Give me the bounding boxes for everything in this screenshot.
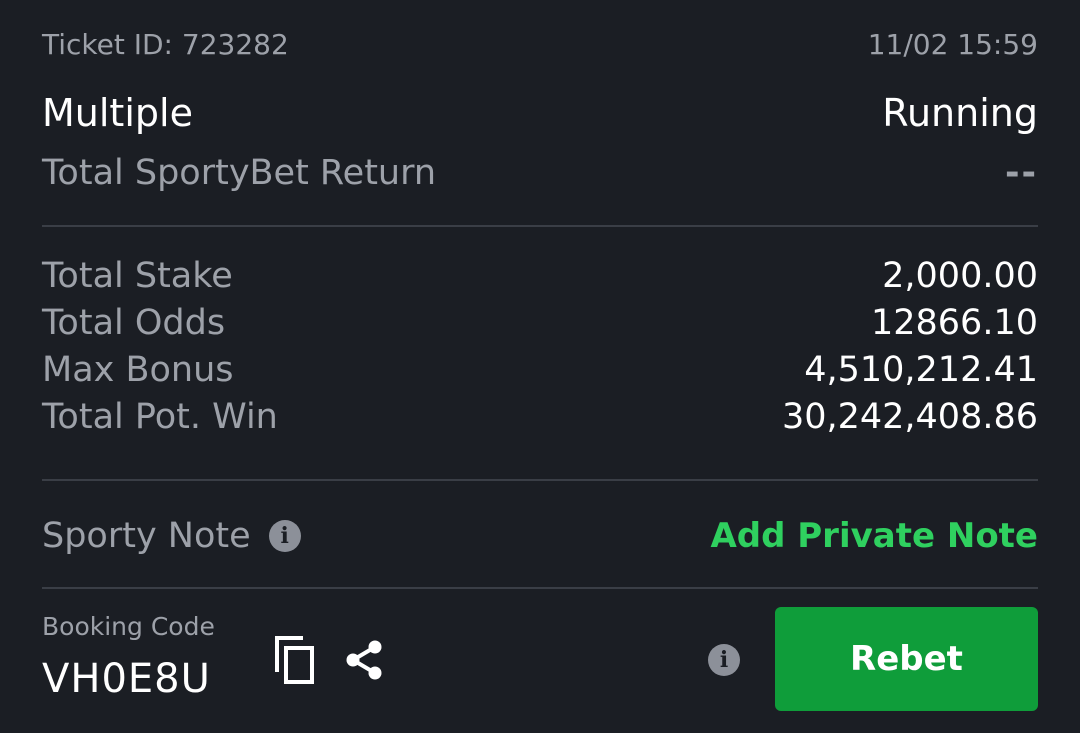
- info-icon[interactable]: i: [268, 520, 301, 552]
- divider: [42, 587, 1038, 589]
- stats-list: Total Stake 2,000.00 Total Odds 12866.10…: [42, 252, 1038, 440]
- ticket-header: Ticket ID: 723282 11/02 15:59: [42, 24, 1038, 64]
- stat-value: 2,000.00: [882, 255, 1038, 296]
- divider: [42, 479, 1038, 481]
- stat-label: Total Stake: [42, 255, 233, 296]
- info-icon[interactable]: i: [708, 644, 740, 676]
- stat-label: Total Pot. Win: [42, 396, 278, 437]
- bet-status: Running: [882, 91, 1038, 135]
- share-icon[interactable]: [342, 638, 386, 682]
- stat-value: 12866.10: [870, 302, 1038, 343]
- stat-value: 4,510,212.41: [804, 349, 1038, 390]
- booking-code: VH0E8U: [42, 656, 211, 702]
- return-value: --: [1004, 153, 1038, 193]
- add-private-note-link[interactable]: Add Private Note: [710, 516, 1038, 556]
- return-label: Total SportyBet Return: [42, 153, 437, 193]
- sporty-note-row: Sporty Note i Add Private Note: [42, 510, 1038, 562]
- stat-row-total-pot-win: Total Pot. Win 30,242,408.86: [42, 393, 1038, 440]
- stat-label: Total Odds: [42, 302, 226, 343]
- rebet-button[interactable]: Rebet: [775, 607, 1038, 711]
- sporty-note: Sporty Note i: [42, 516, 301, 556]
- divider: [42, 225, 1038, 227]
- ticket-id: Ticket ID: 723282: [42, 27, 289, 61]
- ticket-datetime: 11/02 15:59: [867, 27, 1038, 61]
- ticket-card: Ticket ID: 723282 11/02 15:59 Multiple R…: [42, 0, 1038, 733]
- stat-label: Max Bonus: [42, 349, 234, 390]
- copy-icon[interactable]: [274, 634, 318, 686]
- bet-type-row: Multiple Running: [42, 88, 1038, 138]
- booking-code-label: Booking Code: [42, 612, 215, 641]
- return-row: Total SportyBet Return --: [42, 148, 1038, 198]
- stat-value: 30,242,408.86: [781, 396, 1038, 437]
- sporty-note-label: Sporty Note: [42, 516, 251, 556]
- stat-row-total-stake: Total Stake 2,000.00: [42, 252, 1038, 299]
- stat-row-max-bonus: Max Bonus 4,510,212.41: [42, 346, 1038, 393]
- stat-row-total-odds: Total Odds 12866.10: [42, 299, 1038, 346]
- bet-type: Multiple: [42, 91, 193, 135]
